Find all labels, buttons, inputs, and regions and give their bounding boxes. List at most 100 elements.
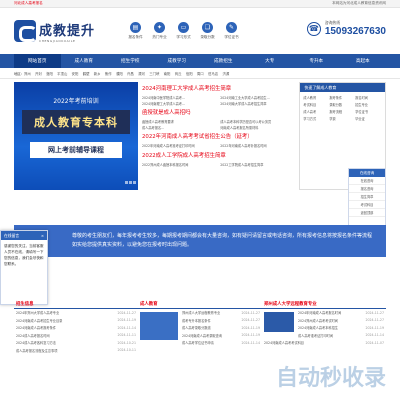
main-section: 2022年考前培训 成人教育专本科 网上考前辅导课程 2024河南理工大学成人高… (0, 79, 400, 190)
region-link[interactable]: 新乡 (94, 71, 101, 76)
article-thumbnail[interactable] (264, 312, 294, 332)
close-icon[interactable]: × (41, 233, 44, 238)
list-item[interactable]: 成人高考学位证书申请 2024-11-14 (180, 339, 262, 347)
feature-item[interactable]: ✎ 学位证书 (220, 22, 243, 40)
feature-item[interactable]: ▭ 学习形式 (172, 22, 195, 40)
quick-link[interactable]: 招生专业 (355, 102, 381, 109)
contact-hotline: ☎ 咨询热线 15093267630 (306, 20, 386, 37)
region-filter: 地区: 郑州 开封 洛阳 平顶山 安阳 鹤壁 新乡 焦作 濮阳 许昌 漯河 三门… (0, 68, 400, 79)
list-item[interactable]: 2024河南成人高考报考条件 2024-11-14 (14, 324, 138, 332)
region-link[interactable]: 鹤壁 (83, 71, 90, 76)
news-headline[interactable]: 2024河南理工大学成人高考招生简章 (142, 84, 295, 92)
float-item[interactable]: 考试科目 (349, 201, 385, 209)
list-item[interactable]: 成人高考准考证打印时间 2024-11-14 (296, 332, 386, 340)
feature-item[interactable]: ✦ 热门专业 (148, 22, 171, 40)
chat-header: 在线留言 × (1, 231, 47, 240)
region-link[interactable]: 郑州 (24, 71, 31, 76)
float-item[interactable]: 返回顶部 (349, 209, 385, 217)
float-item[interactable]: 招生简章 (349, 193, 385, 201)
quick-link[interactable]: 报考条件 (329, 95, 355, 102)
list-item[interactable]: 2024河南成人高考考试科目 2024-11-07 (262, 339, 386, 347)
region-link[interactable]: 平顶山 (57, 71, 67, 76)
list-item[interactable]: 成考专升本报名条件 2024-11-27 (180, 317, 262, 325)
quick-link[interactable]: 学习方式 (303, 116, 329, 123)
float-item[interactable]: 在线咨询 (349, 177, 385, 185)
lower-columns: 招生信息 2024年郑州大学成人高考专业 2024-11-27 2024河南成人高… (14, 300, 386, 354)
nav-upgrade[interactable]: 专升本 (293, 54, 340, 68)
region-link[interactable]: 濮阳 (116, 71, 123, 76)
news-headline[interactable]: 2022成人工学院成人高考招生简章 (142, 151, 295, 159)
promo-banner[interactable]: 2022年考前培训 成人教育专本科 网上考前辅导课程 (14, 82, 138, 190)
nav-junior-college[interactable]: 大专 (247, 54, 294, 68)
logo-icon (14, 20, 37, 42)
nav-bachelor[interactable]: 高起本 (340, 54, 387, 68)
chat-popup: 在线留言 × 感谢您的关注，当前客服人员不在线，请填写一下您的信息，我们会尽快和… (0, 230, 48, 305)
region-link[interactable]: 许昌 (127, 71, 134, 76)
list-item[interactable]: 成人高考报名流程及注意事项 2024-10-11 (14, 347, 138, 355)
region-link[interactable]: 信阳 (186, 71, 193, 76)
hotline-number[interactable]: 15093267630 (325, 26, 386, 37)
news-headline[interactable]: 函授就是成人高招吗 (142, 108, 295, 116)
watermark: 自动秒收录 (275, 366, 386, 391)
quick-link[interactable]: 报名时间 (355, 95, 381, 102)
quick-link[interactable]: 毕业证 (355, 116, 381, 123)
column-title: 成人教育 (138, 300, 262, 309)
region-link[interactable]: 洛阳 (46, 71, 53, 76)
nav-home[interactable]: 网站首页 (14, 54, 61, 68)
list-item[interactable]: 2024年郑州大学成人高考专业 2024-11-27 (14, 309, 138, 317)
banner-line3: 网上考前辅导课程 (30, 142, 122, 158)
feature-icons: ▤ 报名条件 ✦ 热门专业 ▭ 学习形式 ❏ 录取分数 ✎ 学位证书 (124, 22, 244, 40)
chat-title: 在线留言 (4, 232, 20, 238)
region-link[interactable]: 漯河 (138, 71, 145, 76)
list-item[interactable]: 2024郑州成人高考考试时间 2024-11-27 (296, 317, 386, 325)
nav-enrollment[interactable]: 成教招生 (200, 54, 247, 68)
region-link[interactable]: 焦作 (105, 71, 112, 76)
news-headline[interactable]: 2022年河南成人高考考试省招生公告（延考） (142, 132, 295, 140)
quick-link[interactable]: 成人教育 (303, 95, 329, 102)
list-item[interactable]: 2024年河南成人高考报名时间 2024-11-27 (296, 309, 386, 317)
region-link[interactable]: 开封 (35, 71, 42, 76)
list-item[interactable]: 2024河南成人高考招生专业目录 2024-11-19 (14, 317, 138, 325)
feature-item[interactable]: ▤ 报名条件 (124, 22, 147, 40)
list-item[interactable]: 2024成人高考报名时间 2024-11-11 (14, 332, 138, 340)
list-item[interactable]: 郑州成人大学远程教育专业 2024-11-27 (180, 309, 262, 317)
float-item[interactable]: 报名咨询 (349, 185, 385, 193)
nav-study[interactable]: 成教学习 (154, 54, 201, 68)
list-item[interactable]: 2024河南成人高考本科招生 2024-11-19 (296, 324, 386, 332)
list-item[interactable]: 2024河南成人高考录取查询 2024-11-19 (180, 332, 262, 340)
monitor-icon: ▭ (178, 22, 189, 33)
site-logo[interactable]: 成教提升 CHENGJIAOKUAILE (14, 20, 114, 43)
news-list: 2024河南理工大学成人高考招生简章 2024河南中医学院成人高考... 2024… (142, 82, 295, 190)
region-link[interactable]: 驻马店 (208, 71, 218, 76)
quick-link[interactable]: 学位证书 (355, 109, 381, 116)
banner-pagination[interactable] (124, 181, 136, 184)
quick-link[interactable]: 成人高考 (303, 109, 329, 116)
quick-link[interactable]: 考试科目 (303, 102, 329, 109)
feature-item[interactable]: ❏ 录取分数 (196, 22, 219, 40)
quick-link[interactable]: 录取分数 (329, 102, 355, 109)
list-item[interactable]: 2024成人高考各科复习方法 2024-10-21 (14, 339, 138, 347)
logo-subtitle: CHENGJIAOKUAILE (39, 38, 76, 43)
quick-link[interactable]: 报考流程 (329, 109, 355, 116)
list-item: 2022郑州成人函授本科报名时间 2022工学院成人高考招生简章 (141, 162, 264, 167)
notice-banner: 尊敬的考生朋友们，每年报考考生较多，每期报考期间都会有大量咨询，如有疑问请留言或… (14, 225, 386, 257)
nav-adult-education[interactable]: 成人教育 (61, 54, 108, 68)
float-title[interactable]: 在线咨询 (349, 169, 385, 177)
doc-icon: ▤ (130, 22, 141, 33)
cap-icon: ✎ (226, 22, 237, 33)
article-thumbnail[interactable] (140, 312, 178, 340)
region-link[interactable]: 商丘 (175, 71, 182, 76)
region-link[interactable]: 安阳 (72, 71, 79, 76)
quick-link[interactable]: 学费 (329, 116, 355, 123)
list-item[interactable]: 成人高考录取分数线 2024-11-19 (180, 324, 262, 332)
list-item: 2022年河南成人高考准考证打印时间 2022年河南成人高考补报名时间 (141, 144, 267, 148)
nav-schools[interactable]: 招生学校 (107, 54, 154, 68)
region-link[interactable]: 周口 (197, 71, 204, 76)
chat-message: 感谢您的关注，当前客服人员不在线，请填写一下您的信息，我们会尽快和您联系。 (4, 244, 44, 266)
region-link[interactable]: 三门峡 (149, 71, 159, 76)
column-adult-education: 成人教育 郑州成人大学远程教育专业 2024-11-27 成考专升本报名条件 202… (138, 300, 262, 354)
region-link[interactable]: 南阳 (164, 71, 171, 76)
banner-line1: 2022年考前培训 (53, 98, 99, 105)
region-link[interactable]: 济源 (222, 71, 229, 76)
floating-service-panel: 在线咨询 在线咨询 报名咨询 招生简章 考试科目 返回顶部 (348, 168, 386, 226)
